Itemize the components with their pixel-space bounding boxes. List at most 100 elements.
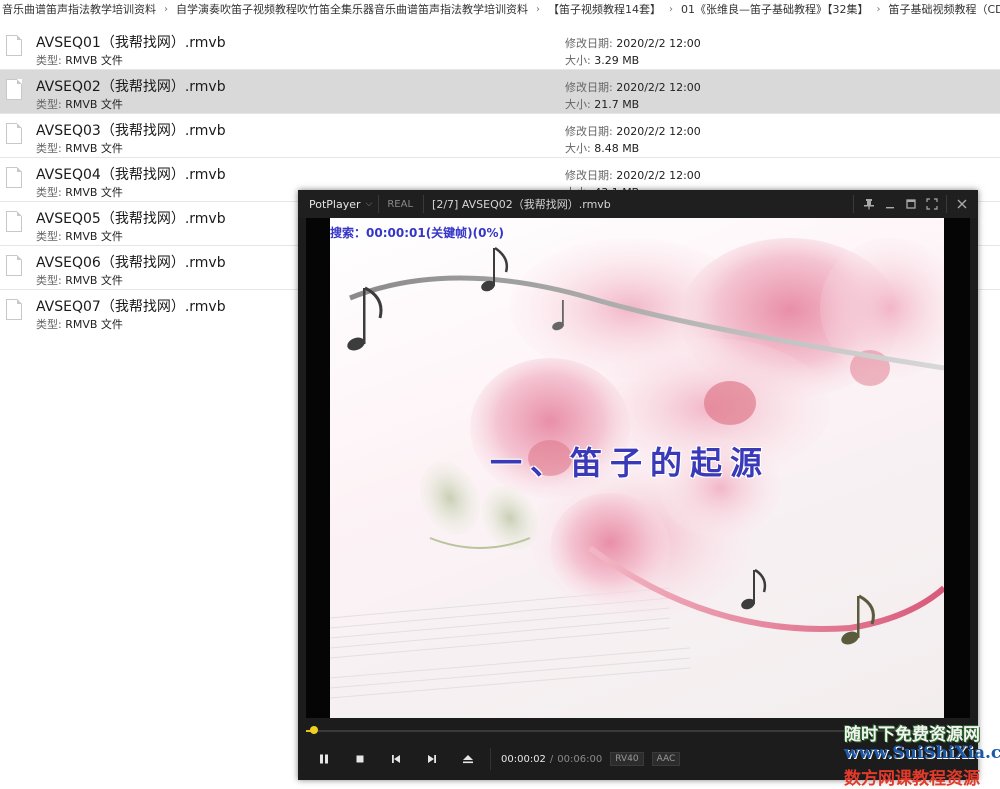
type-value: RMVB 文件 xyxy=(65,186,123,199)
file-modified: 修改日期: 2020/2/2 12:00 xyxy=(565,79,701,95)
watermark-line-1: 随时下免费资源网 xyxy=(844,720,980,745)
type-label: 类型: xyxy=(36,142,65,155)
chevron-right-icon: › xyxy=(871,4,887,15)
file-name: AVSEQ07（我帮找网）.rmvb xyxy=(36,296,226,316)
breadcrumb-item[interactable]: 笛子基础视频教程（CD1） xyxy=(887,1,1000,17)
size-value: 21.7 MB xyxy=(594,98,639,111)
file-modified: 修改日期: 2020/2/2 12:00 xyxy=(565,35,701,51)
file-name: AVSEQ05（我帮找网）.rmvb xyxy=(36,208,226,228)
size-label: 大小: xyxy=(565,98,594,111)
file-icon xyxy=(6,255,22,276)
file-icon xyxy=(6,35,22,56)
video-caption: 一、笛子的起源 xyxy=(490,438,770,484)
file-type: 类型: RMVB 文件 xyxy=(36,52,123,68)
file-name: AVSEQ02（我帮找网）.rmvb xyxy=(36,76,226,96)
modified-value: 2020/2/2 12:00 xyxy=(616,169,701,182)
player-titlebar[interactable]: PotPlayer ⌵ REAL [2/7] AVSEQ02（我帮找网）.rmv… xyxy=(298,190,978,218)
audio-codec-badge[interactable]: AAC xyxy=(652,752,681,766)
file-icon xyxy=(6,123,22,144)
breadcrumb-item[interactable]: 01《张维良—笛子基础教程》【32集】 xyxy=(679,1,871,17)
time-separator: / xyxy=(546,754,557,765)
music-note-icon xyxy=(480,248,507,293)
seek-osd: 搜索：00:00:01(关键帧)(0%) xyxy=(330,224,504,241)
type-label: 类型: xyxy=(36,54,65,67)
video-area[interactable]: 搜索：00:00:01(关键帧)(0%) 一、笛子的起源 xyxy=(306,218,970,718)
pause-icon[interactable] xyxy=(306,742,342,776)
file-type: 类型: RMVB 文件 xyxy=(36,184,123,200)
size-value: 8.48 MB xyxy=(594,142,639,155)
file-icon xyxy=(6,299,22,320)
music-note-icon xyxy=(740,570,765,611)
modified-value: 2020/2/2 12:00 xyxy=(616,81,701,94)
maximize-icon[interactable] xyxy=(900,190,921,218)
file-name: AVSEQ04（我帮找网）.rmvb xyxy=(36,164,226,184)
titlebar-divider xyxy=(853,195,854,213)
type-label: 类型: xyxy=(36,98,65,111)
file-size: 大小: 21.7 MB xyxy=(565,96,639,112)
type-value: RMVB 文件 xyxy=(65,230,123,243)
type-value: RMVB 文件 xyxy=(65,142,123,155)
seek-handle[interactable] xyxy=(310,726,318,734)
watermark-line-2: www.SuiShiXia.com xyxy=(844,743,1000,763)
fullscreen-icon[interactable] xyxy=(921,190,942,218)
chevron-right-icon: › xyxy=(663,4,679,15)
next-icon[interactable] xyxy=(414,742,450,776)
format-label: REAL xyxy=(379,199,423,210)
file-row[interactable]: AVSEQ03（我帮找网）.rmvb 类型: RMVB 文件 修改日期: 202… xyxy=(0,114,1000,158)
type-value: RMVB 文件 xyxy=(65,318,123,331)
breadcrumb-item[interactable]: 自学演奏吹笛子视频教程吹竹笛全集乐器音乐曲谱笛声指法教学培训资料 xyxy=(174,1,530,17)
file-type: 类型: RMVB 文件 xyxy=(36,96,123,112)
size-label: 大小: xyxy=(565,54,594,67)
orchid-lip xyxy=(704,381,756,425)
file-icon xyxy=(6,167,22,188)
type-label: 类型: xyxy=(36,274,65,287)
potplayer-window: PotPlayer ⌵ REAL [2/7] AVSEQ02（我帮找网）.rmv… xyxy=(298,190,978,780)
type-label: 类型: xyxy=(36,230,65,243)
watermark-line-3: 数方网课教程资源 xyxy=(844,764,980,789)
file-row[interactable]: AVSEQ02（我帮找网）.rmvb 类型: RMVB 文件 修改日期: 202… xyxy=(0,70,1000,114)
modified-value: 2020/2/2 12:00 xyxy=(616,125,701,138)
file-modified: 修改日期: 2020/2/2 12:00 xyxy=(565,123,701,139)
player-brand-menu[interactable]: PotPlayer xyxy=(298,198,361,211)
file-name: AVSEQ06（我帮找网）.rmvb xyxy=(36,252,226,272)
chevron-right-icon: › xyxy=(530,4,546,15)
type-label: 类型: xyxy=(36,318,65,331)
file-name: AVSEQ01（我帮找网）.rmvb xyxy=(36,32,226,52)
file-icon xyxy=(6,79,22,100)
file-row[interactable]: AVSEQ01（我帮找网）.rmvb 类型: RMVB 文件 修改日期: 202… xyxy=(0,26,1000,70)
video-frame: 搜索：00:00:01(关键帧)(0%) 一、笛子的起源 xyxy=(330,218,944,718)
video-codec-badge[interactable]: RV40 xyxy=(610,752,643,766)
minimize-icon[interactable] xyxy=(879,190,900,218)
player-title: [2/7] AVSEQ02（我帮找网）.rmvb xyxy=(424,196,611,212)
file-size: 大小: 8.48 MB xyxy=(565,140,639,156)
modified-label: 修改日期: xyxy=(565,125,616,138)
file-name: AVSEQ03（我帮找网）.rmvb xyxy=(36,120,226,140)
chevron-down-icon[interactable]: ⌵ xyxy=(361,199,379,209)
titlebar-divider xyxy=(946,195,947,213)
close-icon[interactable] xyxy=(951,190,972,218)
orchid-bud xyxy=(409,452,492,545)
previous-icon[interactable] xyxy=(378,742,414,776)
type-value: RMVB 文件 xyxy=(65,54,123,67)
controls-divider xyxy=(490,748,491,770)
total-duration: 00:06:00 xyxy=(557,754,602,765)
size-label: 大小: xyxy=(565,142,594,155)
stop-icon[interactable] xyxy=(342,742,378,776)
size-value: 3.29 MB xyxy=(594,54,639,67)
file-icon xyxy=(6,211,22,232)
file-type: 类型: RMVB 文件 xyxy=(36,272,123,288)
chevron-right-icon: › xyxy=(158,4,174,15)
file-type: 类型: RMVB 文件 xyxy=(36,140,123,156)
eject-icon[interactable] xyxy=(450,742,486,776)
breadcrumb-item[interactable]: 音乐曲谱笛声指法教学培训资料 xyxy=(0,1,158,17)
modified-label: 修改日期: xyxy=(565,37,616,50)
type-value: RMVB 文件 xyxy=(65,98,123,111)
file-modified: 修改日期: 2020/2/2 12:00 xyxy=(565,167,701,183)
pin-icon[interactable] xyxy=(858,190,879,218)
breadcrumb: 音乐曲谱笛声指法教学培训资料 › 自学演奏吹笛子视频教程吹竹笛全集乐器音乐曲谱笛… xyxy=(0,0,1000,18)
file-size: 大小: 3.29 MB xyxy=(565,52,639,68)
file-type: 类型: RMVB 文件 xyxy=(36,316,123,332)
modified-label: 修改日期: xyxy=(565,81,616,94)
window-controls xyxy=(849,190,972,218)
breadcrumb-item[interactable]: 【笛子视频教程14套】 xyxy=(546,1,663,17)
